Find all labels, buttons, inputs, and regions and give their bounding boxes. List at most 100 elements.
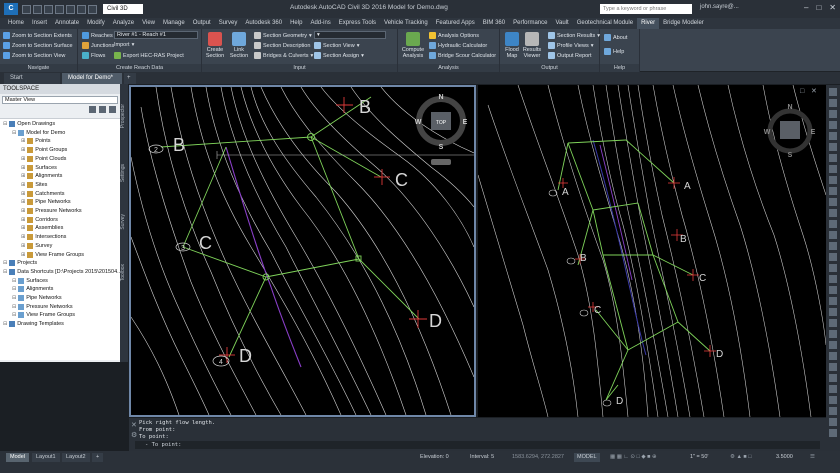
expand-icon[interactable]: ⊞ [21, 182, 25, 188]
workspace-toggles[interactable]: ⚙ ▲ ■ □ [730, 453, 752, 462]
expand-icon[interactable]: ⊞ [21, 138, 25, 144]
tool-icon[interactable] [829, 242, 837, 250]
orbit-icon[interactable] [829, 110, 837, 118]
close-viewport-icon[interactable]: ✕ [811, 88, 817, 95]
expand-icon[interactable]: ⊞ [21, 165, 25, 171]
tree-item[interactable]: ⊞ Point Groups [21, 147, 67, 154]
section-results-button[interactable]: Section Results ▾ [548, 32, 600, 39]
help-button[interactable]: Help [604, 48, 624, 55]
print-icon[interactable] [66, 4, 75, 14]
menu-tab-autodesk-360[interactable]: Autodesk 360 [241, 18, 286, 29]
tool-icon[interactable] [829, 341, 837, 349]
tree-item[interactable]: ⊟ Alignments [12, 286, 53, 293]
tree-item[interactable]: ⊞ Points [21, 138, 51, 145]
tool-icon[interactable] [829, 352, 837, 360]
tool-icon[interactable] [829, 220, 837, 228]
reaches-button[interactable]: Reaches [82, 32, 113, 39]
expand-icon[interactable]: ⊞ [21, 173, 25, 179]
wrench-icon[interactable]: ⚙ [131, 431, 137, 439]
menu-tab-bridge-modeler[interactable]: Bridge Modeler [659, 18, 708, 29]
tool-icon[interactable] [829, 209, 837, 217]
zoom-section-extents-button[interactable]: Zoom to Section Extents [3, 32, 72, 39]
expand-icon[interactable]: ⊟ [12, 312, 16, 318]
annotation-scale[interactable]: 1" = 50' [690, 453, 708, 462]
tree-item[interactable]: ⊞ Point Clouds [21, 155, 66, 162]
undo-icon[interactable] [77, 4, 86, 14]
tool-icon[interactable] [829, 198, 837, 206]
tree-item[interactable]: ⊞ Pipe Networks [21, 199, 71, 206]
expand-icon[interactable]: ⊞ [21, 199, 25, 205]
bridge-scour-button[interactable]: Bridge Scour Calculator [429, 52, 496, 59]
tool-icon[interactable] [829, 396, 837, 404]
menu-tab-survey[interactable]: Survey [215, 18, 242, 29]
tree-item[interactable]: ⊟ Surfaces [12, 277, 48, 284]
model-space-toggle[interactable]: MODEL [574, 453, 600, 462]
close-icon[interactable]: ✕ [829, 3, 836, 12]
tree-item[interactable]: ⊞ Alignments [21, 173, 62, 180]
side-tab-prospector[interactable]: Prospector [120, 104, 128, 128]
open-icon[interactable] [33, 4, 42, 14]
expand-icon[interactable]: ⊞ [21, 208, 25, 214]
menu-tab-river[interactable]: River [637, 18, 660, 29]
side-tab-toolbox[interactable]: Toolbox [120, 264, 128, 281]
tree-item[interactable]: ⊞ Pressure Networks [21, 208, 82, 214]
link-section-button[interactable]: Link Section [227, 32, 251, 59]
tree-item[interactable]: ⊟ Data Shortcuts [D:\Projects 2015\201504… [3, 268, 122, 275]
tool-icon[interactable] [829, 308, 837, 316]
options-icon[interactable] [109, 106, 116, 113]
new-icon[interactable] [22, 4, 31, 14]
tab-layout1[interactable]: Layout1 [32, 453, 60, 462]
tab-model-for-demo[interactable]: Model for Demo* [62, 73, 122, 84]
tool-icon[interactable] [829, 319, 837, 327]
tool-icon[interactable] [829, 286, 837, 294]
tool-icon[interactable] [829, 374, 837, 382]
zoom-icon[interactable] [829, 99, 837, 107]
tool-icon[interactable] [829, 154, 837, 162]
expand-icon[interactable]: ⊟ [3, 321, 7, 327]
flows-button[interactable]: Flows [82, 52, 105, 59]
expand-icon[interactable]: ⊞ [21, 156, 25, 162]
compute-analysis-button[interactable]: Compute Analysis [401, 32, 425, 59]
customize-icon[interactable]: ☰ [810, 453, 815, 462]
status-toggles[interactable]: ▦ ▦ ∟ ⊙ □ ◆ ■ ⊕ [610, 453, 657, 462]
tool-icon[interactable] [829, 297, 837, 305]
viewport-left[interactable]: B B C C D D 2 3 4 TOP N S W E [129, 85, 476, 417]
viewcube[interactable]: TOP N S W E [415, 94, 468, 165]
import-button[interactable]: Import ▾ [114, 42, 134, 48]
menu-tab-geotechnical-module[interactable]: Geotechnical Module [573, 18, 637, 29]
tree-item[interactable]: ⊟ Model for Demo [12, 129, 65, 136]
tree-item[interactable]: ⊞ Intersections [21, 234, 66, 241]
tool-icon[interactable] [829, 363, 837, 371]
section-assign-button[interactable]: Section Assign ▾ [314, 52, 364, 59]
menu-tab-help[interactable]: Help [286, 18, 306, 29]
menu-tab-analyze[interactable]: Analyze [109, 18, 138, 29]
tool-icon[interactable] [829, 407, 837, 415]
tool-icon[interactable] [829, 264, 837, 272]
viewcube[interactable]: N S W E [764, 104, 816, 159]
results-viewer-button[interactable]: Results Viewer [520, 32, 544, 59]
expand-icon[interactable]: ⊟ [12, 304, 16, 310]
tool-icon[interactable] [829, 253, 837, 261]
tab-layout2[interactable]: Layout2 [62, 453, 90, 462]
expand-icon[interactable]: ⊟ [12, 295, 16, 301]
menu-tab-express-tools[interactable]: Express Tools [335, 18, 380, 29]
wcs-menu[interactable] [431, 159, 451, 165]
viewcube-top-face[interactable] [780, 121, 800, 139]
zoom-value[interactable]: 3.5000 [776, 453, 793, 462]
workspace-dropdown[interactable]: Civil 3D [103, 4, 143, 14]
viewport-right[interactable]: A A B B C C D D N S W E □ ✕ [478, 85, 826, 417]
menu-tab-performance[interactable]: Performance [509, 18, 551, 29]
close-icon[interactable]: ✕ [131, 421, 137, 429]
side-tab-settings[interactable]: Settings [120, 164, 128, 182]
expand-icon[interactable]: ⊞ [21, 234, 25, 240]
redo-icon[interactable] [88, 4, 97, 14]
expand-icon[interactable]: ⊟ [3, 260, 7, 266]
expand-icon[interactable]: ⊟ [3, 121, 7, 127]
tool-icon[interactable] [829, 143, 837, 151]
junctions-button[interactable]: Junctions [82, 42, 114, 49]
section-geometry-button[interactable]: Section Geometry ▾ [254, 32, 312, 39]
tree-item[interactable]: ⊞ Corridors [21, 216, 58, 223]
zoom-section-view-button[interactable]: Zoom to Section View [3, 52, 65, 59]
expand-icon[interactable]: ⊞ [21, 252, 25, 258]
expand-icon[interactable]: ⊟ [12, 278, 16, 284]
